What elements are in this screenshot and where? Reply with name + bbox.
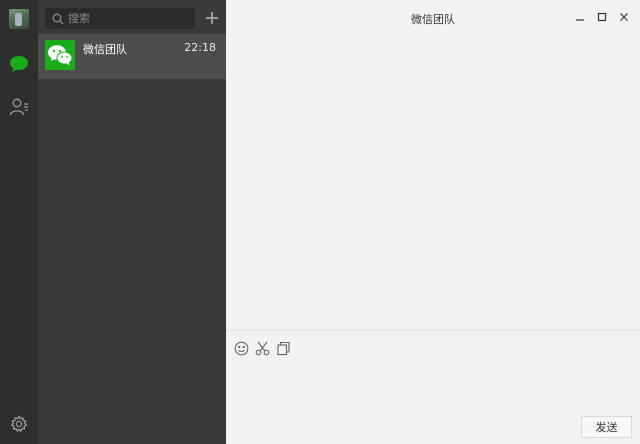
chat-bubble-icon bbox=[10, 56, 28, 72]
file-button[interactable] bbox=[274, 339, 292, 357]
add-button[interactable] bbox=[202, 8, 222, 28]
search-input[interactable] bbox=[68, 12, 188, 25]
conversation-item[interactable]: 微信团队 22:18 bbox=[38, 34, 226, 79]
file-icon bbox=[276, 341, 290, 355]
chat-tab[interactable] bbox=[7, 52, 31, 76]
chat-window: 微信团队 发送 bbox=[226, 0, 640, 444]
emoji-button[interactable] bbox=[232, 339, 250, 357]
settings-gear-icon bbox=[10, 415, 28, 433]
search-box[interactable] bbox=[45, 8, 195, 29]
scissors-icon bbox=[255, 341, 269, 355]
close-icon bbox=[620, 13, 628, 21]
conversation-name: 微信团队 bbox=[83, 43, 127, 56]
minimize-icon bbox=[576, 19, 584, 21]
plus-icon bbox=[206, 12, 218, 24]
emoji-icon bbox=[234, 341, 248, 355]
message-input-area[interactable]: 发送 bbox=[226, 330, 640, 444]
wechat-logo-icon bbox=[48, 45, 73, 65]
user-avatar[interactable] bbox=[9, 9, 29, 29]
conversation-time: 22:18 bbox=[184, 41, 216, 54]
screenshot-button[interactable] bbox=[253, 339, 271, 357]
settings-button[interactable] bbox=[7, 412, 31, 436]
close-button[interactable] bbox=[615, 8, 633, 26]
nav-rail bbox=[0, 0, 38, 444]
contacts-icon bbox=[9, 98, 28, 116]
maximize-icon bbox=[597, 12, 607, 22]
conversation-avatar bbox=[45, 40, 75, 70]
search-icon bbox=[52, 13, 64, 24]
minimize-button[interactable] bbox=[571, 8, 589, 26]
maximize-button[interactable] bbox=[593, 8, 611, 26]
contacts-tab[interactable] bbox=[7, 95, 31, 119]
conversation-panel: 微信团队 22:18 bbox=[38, 0, 226, 444]
send-button[interactable]: 发送 bbox=[581, 416, 632, 438]
